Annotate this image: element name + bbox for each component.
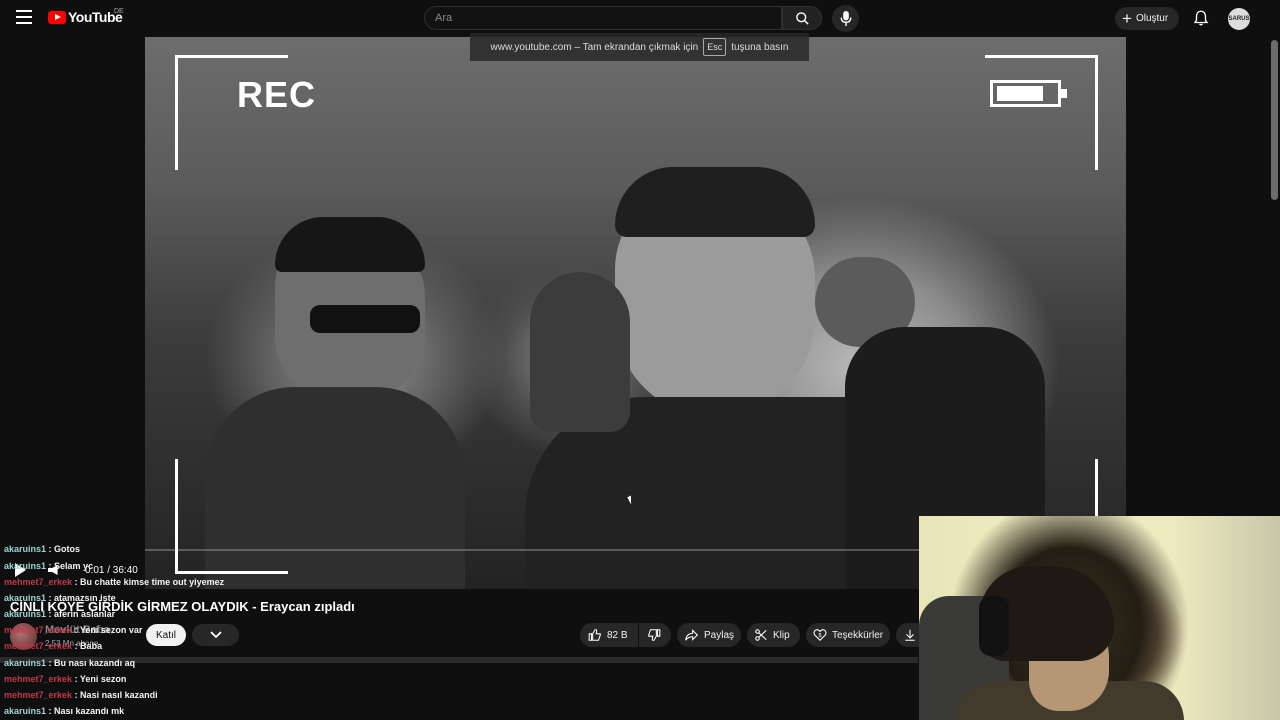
video-player[interactable]: REC bbox=[145, 37, 1126, 589]
webcam-overlay bbox=[919, 516, 1280, 720]
create-button[interactable]: + Oluştur bbox=[1115, 7, 1180, 30]
masthead: YouTube DE + Oluştur SARUS bbox=[0, 0, 1280, 37]
create-label: Oluştur bbox=[1135, 13, 1169, 24]
thanks-button[interactable]: $ Teşekkürler bbox=[806, 623, 890, 647]
battery-icon bbox=[990, 80, 1067, 107]
plus-icon: + bbox=[1122, 8, 1132, 28]
thumbs-down-icon bbox=[648, 629, 661, 641]
thumbs-up-icon bbox=[588, 629, 601, 641]
download-icon bbox=[905, 629, 915, 641]
hair-left-shape bbox=[275, 217, 425, 272]
scissors-icon bbox=[755, 629, 767, 641]
thanks-label: Teşekkürler bbox=[832, 629, 884, 641]
share-icon bbox=[685, 629, 699, 641]
search-box bbox=[424, 6, 782, 30]
page-scrollbar[interactable] bbox=[1271, 40, 1278, 200]
chat-message: mehmet7_erkek : Nasi nasıl kazandi bbox=[4, 690, 158, 700]
chat-message: akaruins1 : Selam yc bbox=[4, 561, 94, 571]
notifications-bell-icon[interactable] bbox=[1192, 9, 1210, 27]
person-back-shape bbox=[530, 272, 630, 432]
like-count: 82 B bbox=[607, 629, 628, 641]
notice-suffix: tuşuna basın bbox=[731, 41, 789, 53]
search-icon bbox=[795, 11, 809, 25]
chat-message: akaruins1 : aferin aslanlar bbox=[4, 609, 116, 619]
frame-corner-top-right bbox=[985, 55, 1098, 170]
country-code: DE bbox=[114, 8, 124, 15]
hair-shape bbox=[615, 167, 815, 237]
chat-message: akaruins1 : atamazsın işte bbox=[4, 593, 116, 603]
dislike-button[interactable] bbox=[639, 623, 671, 647]
join-button[interactable]: Katıl bbox=[146, 624, 186, 646]
fullscreen-exit-notice: www.youtube.com – Tam ekrandan çıkmak iç… bbox=[470, 33, 809, 61]
search-button[interactable] bbox=[782, 6, 822, 30]
chat-message: mehmet7_erkek : Baba bbox=[4, 641, 103, 651]
voice-search-button[interactable] bbox=[832, 5, 859, 32]
chevron-down-icon bbox=[209, 631, 222, 639]
account-avatar[interactable]: SARUS bbox=[1228, 8, 1250, 30]
subscribe-dropdown-button[interactable] bbox=[192, 624, 239, 646]
chat-message: akaruins1 : Gotos bbox=[4, 544, 81, 554]
like-button[interactable]: 82 B bbox=[580, 623, 638, 647]
chat-message: akaruins1 : Nası kazandı mk bbox=[4, 706, 125, 716]
menu-icon[interactable] bbox=[16, 10, 32, 24]
clip-label: Klip bbox=[773, 629, 790, 641]
frame-corner-bottom-left bbox=[175, 459, 288, 574]
super-thanks-icon: $ bbox=[813, 629, 827, 641]
notice-prefix: www.youtube.com – Tam ekrandan çıkmak iç… bbox=[490, 41, 699, 53]
svg-text:$: $ bbox=[819, 633, 822, 639]
youtube-logo[interactable]: YouTube DE bbox=[48, 8, 124, 25]
rec-overlay: REC bbox=[237, 74, 317, 115]
share-button[interactable]: Paylaş bbox=[677, 623, 741, 647]
esc-key-label: Esc bbox=[703, 38, 727, 56]
microphone-icon bbox=[840, 11, 851, 26]
clip-button[interactable]: Klip bbox=[747, 623, 800, 647]
share-label: Paylaş bbox=[704, 629, 735, 641]
chat-message: mehmet7_erkek : Bu chatte kimse time out… bbox=[4, 577, 225, 587]
description-edge bbox=[0, 657, 918, 663]
chat-message: mehmet7_erkek : Yeni sezon bbox=[4, 674, 127, 684]
youtube-play-icon bbox=[48, 10, 66, 24]
sunglasses-shape bbox=[310, 305, 420, 333]
chat-message: mehmet7_erkek : Yeni sezon var bbox=[4, 625, 143, 635]
search-input[interactable] bbox=[425, 7, 781, 29]
chat-message: akaruins1 : Bu nası kazandı aq bbox=[4, 658, 136, 668]
headset bbox=[979, 596, 1009, 656]
